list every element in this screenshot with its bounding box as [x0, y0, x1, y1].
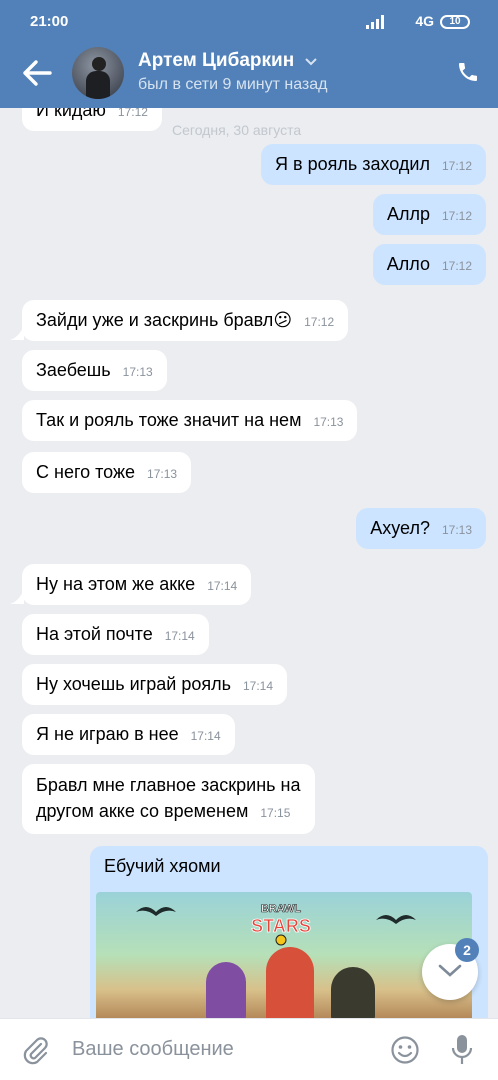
message-outgoing[interactable]: Я в рояль заходил 17:12 — [261, 144, 486, 185]
message-incoming[interactable]: Зайди уже и заскринь бравл😕 17:12 — [22, 300, 349, 341]
message-time: 17:12 — [441, 209, 472, 223]
message-input[interactable] — [72, 1031, 372, 1067]
svg-text:BRAWL: BRAWL — [261, 903, 302, 915]
message-text: Алло — [386, 254, 430, 274]
message-text: Ну хочешь играй рояль — [36, 674, 231, 694]
message-outgoing[interactable]: Ахуел? 17:13 — [356, 508, 486, 549]
status-bar: 21:00 4G 10 — [0, 0, 498, 40]
message-text: Заебешь — [36, 360, 111, 380]
character-figure — [331, 967, 375, 1018]
chevron-down-icon — [438, 964, 462, 977]
message-time: 17:13 — [122, 365, 153, 379]
message-outgoing[interactable]: Аллр 17:12 — [372, 194, 486, 235]
message-text: Ну на этом же акке — [36, 574, 196, 594]
attached-image[interactable]: BRAWL STARS — [96, 892, 472, 1018]
message-time: 17:13 — [441, 523, 472, 537]
message-text: Аллр — [386, 204, 430, 224]
message-text-line: другом акке со временем — [36, 801, 249, 821]
message-text: На этой почте — [36, 624, 153, 644]
message-text: И кидаю — [36, 108, 106, 120]
confused-emoji: 😕 — [273, 310, 293, 330]
message-text: Я в рояль заходил — [275, 154, 430, 174]
message-time: 17:14 — [164, 629, 195, 643]
status-time: 21:00 — [30, 13, 69, 30]
message-text: С него тоже — [36, 462, 136, 482]
message-incoming[interactable]: Так и рояль тоже значит на нем 17:13 — [22, 400, 358, 441]
message-outgoing-photo[interactable]: Ебучий хяоми BRAWL STARS — [90, 846, 488, 1018]
message-outgoing[interactable]: Алло 17:12 — [372, 244, 486, 285]
unread-badge: 2 — [455, 938, 479, 962]
message-time: 17:12 — [441, 259, 472, 273]
message-time: 17:13 — [313, 415, 344, 429]
message-text: Так и рояль тоже значит на нем — [36, 410, 302, 430]
date-separator: Сегодня, 30 августа — [172, 122, 302, 138]
message-incoming[interactable]: Ну на этом же акке 17:14 — [22, 564, 252, 605]
message-text: Я не играю в нее — [36, 724, 179, 744]
bird-silhouette — [136, 907, 176, 916]
network-type: 4G — [415, 13, 434, 29]
character-figure — [206, 962, 246, 1018]
message-time: 17:14 — [242, 679, 273, 693]
chat-header: Артем Цибаркин был в сети 9 минут назад — [0, 40, 498, 108]
message-time: 17:12 — [441, 159, 472, 173]
message-time: 17:15 — [260, 806, 291, 820]
attach-icon[interactable] — [20, 1035, 50, 1065]
message-time: 17:12 — [117, 108, 148, 119]
chevron-down-icon[interactable] — [305, 58, 317, 66]
brawl-stars-logo: BRAWL STARS — [251, 903, 311, 946]
message-text: Зайди уже и заскринь бравл — [36, 310, 274, 330]
message-incoming[interactable]: Я не играю в нее 17:14 — [22, 714, 235, 755]
back-arrow-icon[interactable] — [20, 58, 54, 88]
message-incoming[interactable]: Ну хочешь играй рояль 17:14 — [22, 664, 287, 705]
message-list[interactable]: И кидаю 17:12 Сегодня, 30 августа Я в роя… — [0, 108, 498, 1018]
character-figure — [266, 947, 314, 1018]
message-incoming[interactable]: Бравл мне главное заскринь на другом акк… — [22, 764, 315, 834]
svg-text:STARS: STARS — [251, 916, 311, 936]
message-time: 17:14 — [190, 729, 221, 743]
emoji-icon[interactable] — [390, 1035, 420, 1065]
avatar[interactable] — [72, 47, 124, 99]
bird-silhouette — [376, 915, 416, 924]
message-text: Ахуел? — [370, 518, 430, 538]
microphone-icon[interactable] — [450, 1033, 474, 1067]
photo-caption: Ебучий хяоми — [104, 856, 221, 876]
message-incoming[interactable]: Заебешь 17:13 — [22, 350, 167, 391]
message-incoming[interactable]: С него тоже 17:13 — [22, 452, 192, 493]
message-incoming[interactable]: На этой почте 17:14 — [22, 614, 209, 655]
message-time: 17:14 — [207, 579, 238, 593]
message-text-line: Бравл мне главное заскринь на — [36, 775, 301, 795]
presence-status: был в сети 9 минут назад — [138, 76, 328, 93]
contact-name[interactable]: Артем Цибаркин — [138, 50, 294, 72]
top-bar: 21:00 4G 10 Артем Цибаркин был в сети 9 … — [0, 0, 498, 108]
phone-icon[interactable] — [456, 60, 480, 84]
signal-icon — [366, 15, 384, 29]
message-time: 17:12 — [304, 315, 335, 329]
message-incoming[interactable]: И кидаю 17:12 — [22, 108, 162, 131]
message-time: 17:13 — [147, 467, 178, 481]
battery-icon: 10 — [440, 15, 470, 29]
message-composer — [0, 1018, 498, 1080]
